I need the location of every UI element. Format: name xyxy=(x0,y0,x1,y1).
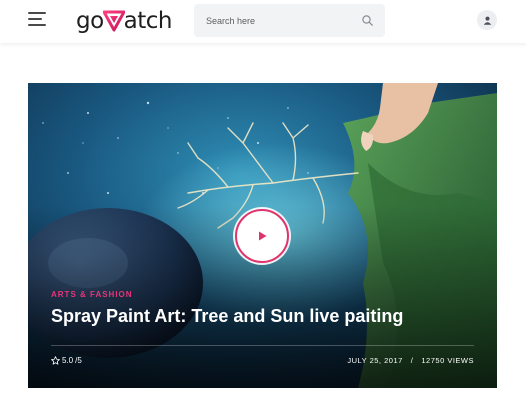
top-header: go atch xyxy=(0,0,527,43)
video-rating: 5.0 /5 xyxy=(51,354,82,366)
play-icon xyxy=(259,231,267,241)
search-input[interactable] xyxy=(206,12,356,29)
logo-text-after: atch xyxy=(123,8,173,34)
user-icon xyxy=(483,16,491,25)
video-meta: JULY 25, 2017 / 12750 VIEWS xyxy=(347,354,474,366)
play-triangle-icon xyxy=(102,10,125,32)
rating-max: /5 xyxy=(75,355,82,365)
hamburger-menu-icon[interactable] xyxy=(28,12,46,26)
video-title[interactable]: Spray Paint Art: Tree and Sun live paiti… xyxy=(51,305,471,327)
publish-date: JULY 25, 2017 xyxy=(347,355,403,365)
logo-text-before: go xyxy=(76,8,104,34)
star-icon xyxy=(51,355,60,365)
user-account-button[interactable] xyxy=(477,10,497,30)
gowatch-logo[interactable]: go atch xyxy=(76,7,173,35)
meta-separator: / xyxy=(410,355,414,365)
featured-video-card[interactable]: ARTS & FASHION Spray Paint Art: Tree and… xyxy=(28,83,497,388)
play-button[interactable] xyxy=(235,209,289,263)
rating-value: 5.0 xyxy=(62,355,74,365)
divider xyxy=(51,345,474,346)
search-bar xyxy=(194,4,385,37)
view-count: 12750 VIEWS xyxy=(421,355,474,365)
video-category-link[interactable]: ARTS & FASHION xyxy=(51,290,133,299)
search-icon[interactable] xyxy=(362,15,373,26)
